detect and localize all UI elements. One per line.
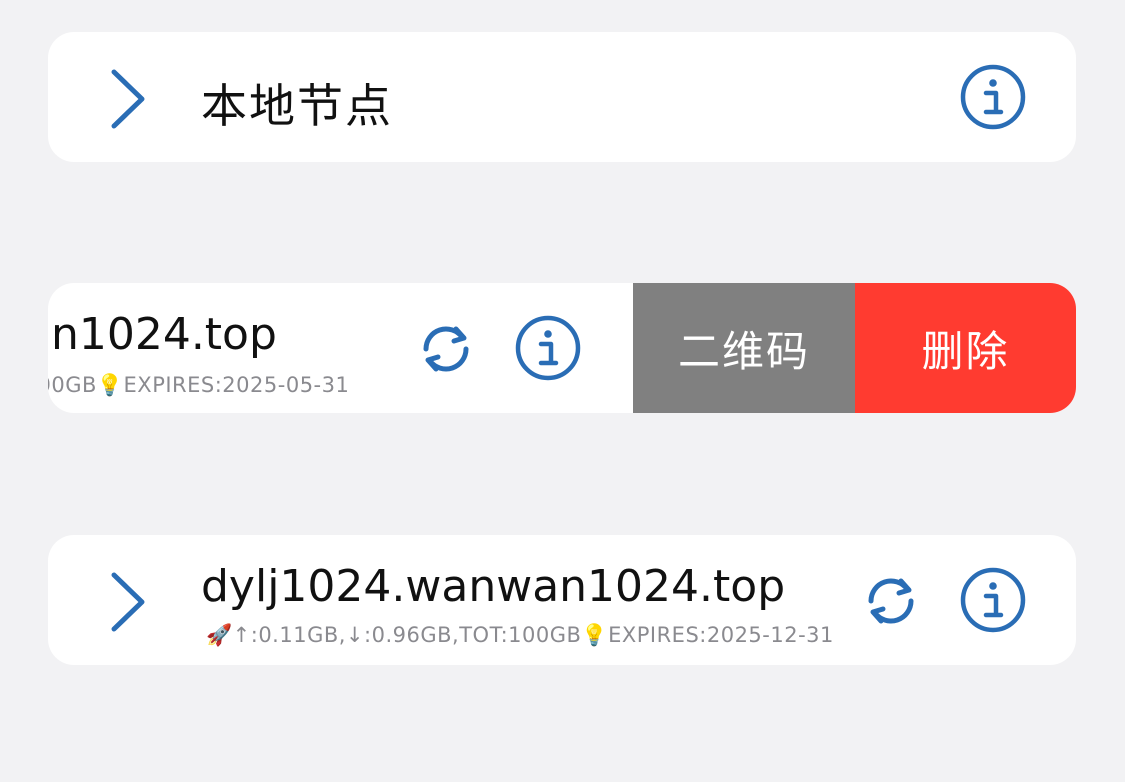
delete-button[interactable]: 删除 bbox=[855, 283, 1076, 413]
top-fragment: ˅ bbox=[852, 0, 860, 11]
refresh-icon[interactable] bbox=[416, 319, 476, 379]
chevron-right-icon[interactable] bbox=[108, 571, 148, 633]
subscription-row[interactable]: dylj1024.wanwan1024.top 🚀↑:0.11GB,↓:0.96… bbox=[48, 535, 1076, 665]
refresh-icon[interactable] bbox=[861, 571, 921, 631]
info-icon[interactable] bbox=[515, 315, 581, 381]
info-icon[interactable] bbox=[960, 64, 1026, 130]
usage-subtitle: 🚀↑:0.11GB,↓:0.96GB,TOT:100GB💡EXPIRES:202… bbox=[206, 623, 834, 647]
node-title: 本地节点 bbox=[201, 79, 393, 133]
qr-code-button[interactable]: 二维码 bbox=[633, 283, 855, 413]
local-node-row[interactable]: 本地节点 bbox=[48, 32, 1076, 162]
info-icon[interactable] bbox=[960, 567, 1026, 633]
node-title: dylj1024.wanwan1024.top bbox=[201, 561, 786, 612]
row-content[interactable]: wan1024.top OT:100GB💡EXPIRES:2025-05-31 bbox=[48, 283, 633, 413]
subscription-row-swiped[interactable]: wan1024.top OT:100GB💡EXPIRES:2025-05-31 … bbox=[48, 283, 1076, 413]
usage-subtitle: OT:100GB💡EXPIRES:2025-05-31 bbox=[48, 373, 350, 397]
chevron-right-icon[interactable] bbox=[108, 68, 148, 130]
node-title: wan1024.top bbox=[48, 309, 277, 360]
